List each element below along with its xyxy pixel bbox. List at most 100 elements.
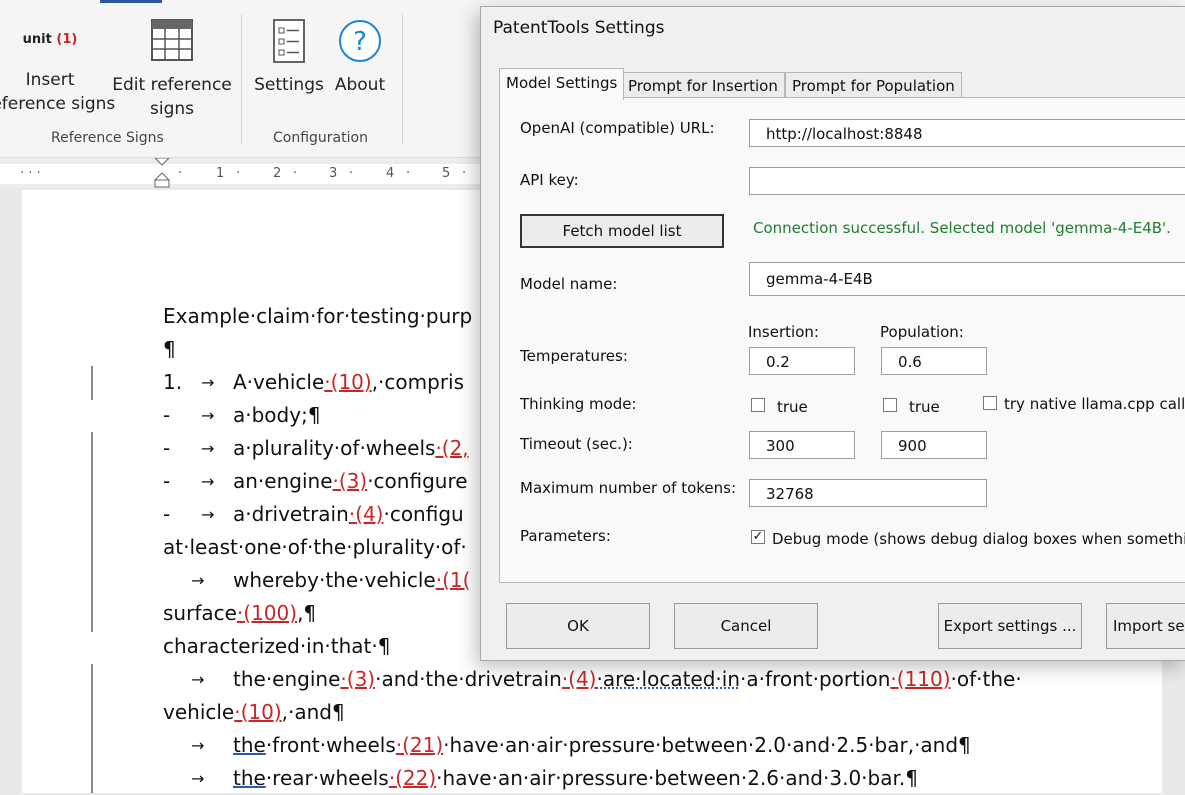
ruler-tick: · xyxy=(178,166,183,181)
doc-text: ·configure xyxy=(367,469,468,493)
doc-line: - → a·body;¶ xyxy=(163,399,321,432)
max-tokens-input[interactable]: 32768 xyxy=(749,479,987,507)
ruler-tick: · xyxy=(293,166,298,181)
doc-line: 1. → A·vehicle·(10),·compris xyxy=(163,366,464,399)
tab-model-settings[interactable]: Model Settings xyxy=(499,68,625,100)
doc-line: - → a·drivetrain·(4)·configu xyxy=(163,498,464,531)
ruler-number: 4 xyxy=(386,166,395,181)
doc-text: ·a·front·portion xyxy=(740,667,891,691)
temperatures-label: Temperatures: xyxy=(520,347,628,365)
about-button[interactable]: ? About xyxy=(330,18,390,97)
api-key-input[interactable] xyxy=(749,167,1185,195)
dialog-title: PatentTools Settings xyxy=(493,18,665,38)
doc-text: ,·compris xyxy=(371,370,465,394)
doc-text: a·plurality·of·wheels xyxy=(233,436,436,460)
tab-arrow: → xyxy=(191,769,205,788)
ruler-number: 2 xyxy=(273,166,282,181)
doc-line: Example·claim·for·testing·purp xyxy=(163,300,472,333)
doc-text-group: the·engine·(3)·and·the·drivetrain·(4)·ar… xyxy=(233,663,1022,696)
ruler-tick: · xyxy=(236,166,241,181)
tab-arrow: → xyxy=(191,670,205,689)
import-settings-button[interactable]: Import set xyxy=(1106,603,1185,649)
unit-icon-text: unit xyxy=(22,32,52,47)
ruler-tick: · xyxy=(462,166,467,181)
doc-text: ·have·an·air·pressure·between·2.6·and·3.… xyxy=(436,766,918,790)
group-separator xyxy=(402,14,403,144)
ribbon-accent xyxy=(100,0,162,3)
ok-button[interactable]: OK xyxy=(506,603,650,649)
edit-line2: signs xyxy=(149,99,194,119)
reference-sign: ·(3) xyxy=(332,469,368,493)
doc-text: ·and·the·drivetrain xyxy=(375,667,562,691)
doc-line: ¶ xyxy=(163,333,176,366)
list-number: 1. xyxy=(163,370,183,394)
temperature-population-input[interactable]: 0.6 xyxy=(881,347,987,375)
thinking-insertion-text: true xyxy=(777,398,808,416)
doc-text: ·of·the· xyxy=(950,667,1022,691)
thinking-population-text: true xyxy=(909,398,940,416)
tab-prompt-population[interactable]: Prompt for Population xyxy=(785,72,962,99)
settings-label: Settings xyxy=(254,75,324,95)
grammar-flagged-text: the xyxy=(233,733,266,757)
model-name-input[interactable]: gemma-4-E4B xyxy=(749,262,1185,296)
tab-arrow: → xyxy=(191,571,205,590)
reference-sign: ·(100) xyxy=(236,601,298,625)
insert-line1: Insert xyxy=(25,70,75,90)
insert-line2: reference signs xyxy=(0,94,116,114)
unit-icon: unit (1) xyxy=(0,28,120,50)
url-input[interactable]: http://localhost:8848 xyxy=(749,119,1185,147)
edit-reference-signs-button[interactable]: Edit reference signs xyxy=(112,18,232,121)
tab-arrow: → xyxy=(201,406,215,425)
doc-text: a·body;¶ xyxy=(233,403,321,427)
doc-text: ,·and¶ xyxy=(281,700,345,724)
group-label-configuration: Configuration xyxy=(273,130,368,146)
doc-text: ¶ xyxy=(163,337,176,361)
fetch-model-list-button[interactable]: Fetch model list xyxy=(520,214,724,248)
reference-sign: ·(110) xyxy=(890,667,951,691)
ruler-number: 3 xyxy=(329,166,338,181)
ruler-tick: · xyxy=(406,166,411,181)
grammar-flagged-text: the xyxy=(233,766,266,790)
doc-text: the·engine xyxy=(233,667,341,691)
reference-sign: ·(10) xyxy=(324,370,372,394)
tab-arrow: → xyxy=(201,373,215,392)
table-icon xyxy=(151,19,193,61)
timeout-population-input[interactable]: 900 xyxy=(881,431,987,459)
thinking-mode-label: Thinking mode: xyxy=(520,395,637,413)
parameters-label: Parameters: xyxy=(520,527,611,545)
list-dash: - xyxy=(163,436,171,460)
settings-button[interactable]: Settings xyxy=(252,18,326,97)
temperature-insertion-input[interactable]: 0.2 xyxy=(749,347,855,375)
settings-dialog: PatentTools Settings Model Settings Prom… xyxy=(480,6,1185,661)
doc-text: an·engine xyxy=(233,469,333,493)
doc-text: vehicle xyxy=(163,700,235,724)
doc-text: whereby·the·vehicle xyxy=(233,568,436,592)
doc-text: ·rear·wheels xyxy=(265,766,389,790)
grammar-flagged-text: ·are·located·in xyxy=(596,667,741,691)
timeout-insertion-input[interactable]: 300 xyxy=(749,431,855,459)
doc-line: - → an·engine·(3)·configure xyxy=(163,465,468,498)
thinking-insertion-checkbox[interactable] xyxy=(751,398,765,412)
thinking-population-checkbox[interactable] xyxy=(883,398,897,412)
doc-line: characterized·in·that·¶ xyxy=(163,630,390,663)
reference-sign: ·(22) xyxy=(388,766,437,790)
native-llama-checkbox[interactable] xyxy=(983,396,997,410)
insertion-header: Insertion: xyxy=(748,323,819,341)
doc-line: surface·(100),¶ xyxy=(163,597,316,630)
cancel-button[interactable]: Cancel xyxy=(674,603,818,649)
doc-line: - → a·plurality·of·wheels·(2, xyxy=(163,432,469,465)
ruler-marks: · · · 1 2 3 4 5 · · · · · · xyxy=(0,164,480,184)
debug-mode-checkbox[interactable]: ✓ xyxy=(751,530,765,544)
tab-prompt-insertion[interactable]: Prompt for Insertion xyxy=(621,72,785,99)
api-key-label: API key: xyxy=(520,171,579,189)
ruler-number: 5 xyxy=(442,166,451,181)
reference-sign: ·(2, xyxy=(435,436,469,460)
export-settings-button[interactable]: Export settings ... xyxy=(938,603,1082,649)
doc-text: a·drivetrain xyxy=(233,502,349,526)
timeout-label: Timeout (sec.): xyxy=(520,435,633,453)
reference-sign: ·(1( xyxy=(435,568,471,592)
insert-reference-signs-button[interactable]: unit (1) Insert reference signs xyxy=(0,28,120,116)
group-label-reference-signs: Reference Signs xyxy=(51,130,164,146)
model-name-label: Model name: xyxy=(520,275,618,293)
doc-text-group: an·engine·(3)·configure xyxy=(233,465,468,498)
